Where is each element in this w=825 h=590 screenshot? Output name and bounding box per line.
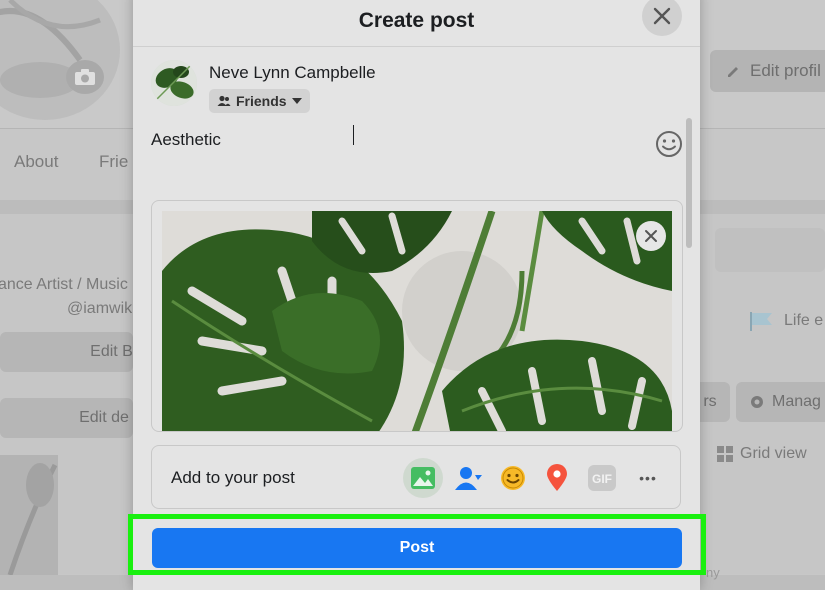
manage-posts-button: Manag bbox=[736, 382, 825, 422]
placeholder-field bbox=[715, 228, 825, 272]
edit-bio-button: Edit B bbox=[0, 332, 133, 372]
avatar bbox=[151, 60, 197, 106]
audience-label: Friends bbox=[236, 93, 287, 109]
attached-photo bbox=[162, 211, 672, 431]
close-button[interactable] bbox=[642, 0, 682, 36]
dialog-header: Create post bbox=[133, 0, 700, 47]
tag-people-icon bbox=[455, 467, 482, 490]
emoji-button[interactable] bbox=[654, 129, 684, 159]
feeling-icon bbox=[501, 466, 525, 490]
bio-handle: @iamwik bbox=[67, 300, 133, 317]
text-cursor bbox=[353, 125, 354, 145]
audience-selector[interactable]: Friends bbox=[209, 89, 310, 113]
author-name: Neve Lynn Campbelle bbox=[209, 63, 376, 82]
photo-icon bbox=[411, 467, 435, 489]
media-attachment bbox=[151, 200, 683, 432]
add-to-post-bar: Add to your post GIF ••• bbox=[151, 445, 681, 509]
gif-icon: GIF bbox=[588, 465, 616, 491]
life-event-button: Life e bbox=[748, 310, 823, 332]
scrollbar[interactable] bbox=[686, 118, 692, 248]
post-button[interactable]: Post bbox=[152, 528, 682, 568]
tag-people-button[interactable] bbox=[449, 458, 489, 498]
post-text-input[interactable] bbox=[151, 130, 631, 150]
close-icon bbox=[645, 230, 657, 242]
svg-text:GIF: GIF bbox=[592, 472, 612, 486]
create-post-dialog: Create post Neve Lynn Campbelle Friends bbox=[133, 0, 700, 590]
remove-media-button[interactable] bbox=[636, 221, 666, 251]
photo-thumbnail bbox=[0, 455, 58, 575]
post-author: Neve Lynn Campbelle Friends bbox=[151, 60, 376, 113]
location-pin-icon bbox=[547, 464, 567, 491]
faded-text: ny bbox=[706, 565, 720, 580]
grid-view-tab: Grid view bbox=[716, 445, 807, 463]
gear-icon bbox=[751, 396, 763, 408]
more-options-button[interactable]: ••• bbox=[628, 458, 668, 498]
photo-video-button[interactable] bbox=[403, 458, 443, 498]
tab-friends: Frie bbox=[99, 152, 129, 171]
caret-down-icon bbox=[291, 98, 302, 104]
close-icon bbox=[653, 7, 671, 25]
dialog-title: Create post bbox=[358, 9, 475, 32]
camera-icon bbox=[66, 60, 104, 94]
edit-details-button: Edit de bbox=[0, 398, 133, 438]
grid-icon bbox=[717, 446, 733, 462]
feeling-activity-button[interactable] bbox=[493, 458, 533, 498]
bio-text: ance Artist / Music bbox=[0, 276, 128, 293]
check-in-button[interactable] bbox=[537, 458, 577, 498]
gif-button[interactable]: GIF bbox=[582, 458, 622, 498]
tab-about: About bbox=[14, 152, 59, 171]
profile-picture bbox=[0, 0, 120, 120]
edit-profile-button: Edit profil bbox=[710, 50, 825, 92]
more-icon: ••• bbox=[639, 470, 657, 486]
add-to-post-label: Add to your post bbox=[171, 468, 295, 487]
smiley-icon bbox=[656, 131, 682, 157]
friends-icon bbox=[217, 95, 231, 106]
